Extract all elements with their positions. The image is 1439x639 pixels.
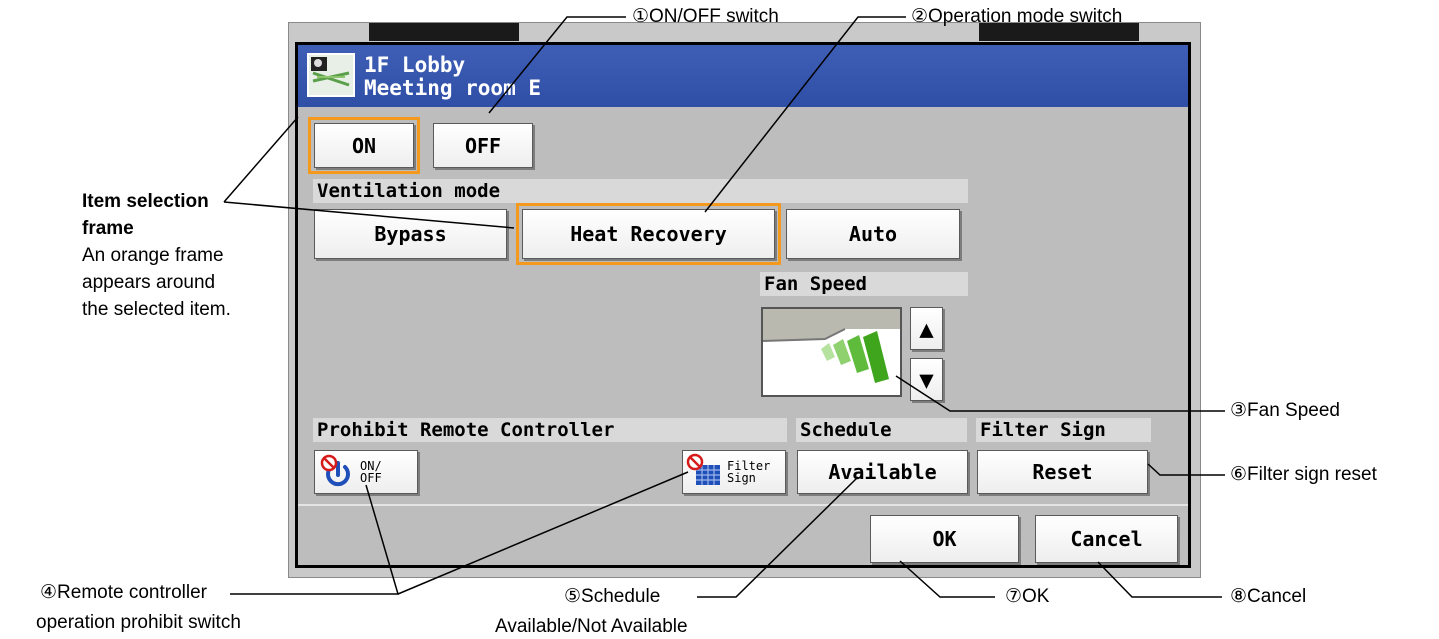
prohibit-power-icon xyxy=(320,454,350,487)
annotation-prohibit-line2: operation prohibit switch xyxy=(36,612,241,633)
annotation-prohibit-line1: ④Remote controller xyxy=(40,582,207,603)
ventilation-mode-header: Ventilation mode xyxy=(313,179,968,203)
prohibit-onoff-button[interactable]: ON/OFF xyxy=(314,450,418,494)
title-bar: 1F Lobby Meeting room E xyxy=(298,45,1188,107)
bezel-strip xyxy=(369,23,519,41)
arrow-up-icon: ▲ xyxy=(919,314,934,343)
annotation-ok: ⑦OK xyxy=(1005,586,1050,607)
fan-speed-up-button[interactable]: ▲ xyxy=(910,307,943,350)
selection-frame-desc-3: the selected item. xyxy=(82,299,231,320)
annotation-filter-reset: ⑥Filter sign reset xyxy=(1230,464,1377,485)
divider xyxy=(298,504,1188,506)
annotation-fan-speed: ③Fan Speed xyxy=(1230,400,1340,421)
annotation-schedule-line1: ⑤Schedule xyxy=(564,586,661,607)
heat-recovery-button[interactable]: Heat Recovery xyxy=(516,203,781,265)
bypass-button[interactable]: Bypass xyxy=(314,209,507,259)
selection-frame-desc-2: appears around xyxy=(82,272,216,293)
selection-frame-note: Item selection frame An orange frame app… xyxy=(82,188,297,323)
fan-speed-down-button[interactable]: ▼ xyxy=(910,358,943,401)
prohibit-filter-sign-button[interactable]: Filter Sign xyxy=(682,450,786,494)
prohibit-onoff-label-line2: OFF xyxy=(360,471,382,485)
selection-frame-desc-1: An orange frame xyxy=(82,245,224,266)
filter-reset-button[interactable]: Reset xyxy=(977,450,1148,494)
cancel-button[interactable]: Cancel xyxy=(1035,515,1178,563)
prohibit-filter-label: Filter Sign xyxy=(727,460,770,484)
annotation-operation-mode: ②Operation mode switch xyxy=(911,6,1123,27)
annotation-schedule-line2: Available/Not Available xyxy=(495,616,688,637)
group-name-line1: 1F Lobby xyxy=(364,53,466,77)
arrow-down-icon: ▼ xyxy=(919,365,934,394)
annotation-on-off: ①ON/OFF switch xyxy=(632,6,779,27)
schedule-available-button[interactable]: Available xyxy=(797,450,968,494)
ok-button[interactable]: OK xyxy=(870,515,1019,563)
auto-button[interactable]: Auto xyxy=(786,209,960,259)
on-button[interactable]: ON xyxy=(308,117,420,174)
group-name-line2: Meeting room E xyxy=(364,76,542,100)
selection-frame-title-2: frame xyxy=(82,218,134,239)
annotation-cancel: ⑧Cancel xyxy=(1230,586,1307,607)
prohibit-filter-label-line2: Sign xyxy=(727,471,756,485)
fan-speed-header: Fan Speed xyxy=(760,272,968,296)
fan-speed-indicator xyxy=(761,307,902,397)
prohibit-filter-icon xyxy=(686,453,720,485)
off-button[interactable]: OFF xyxy=(433,123,533,168)
prohibit-remote-header: Prohibit Remote Controller xyxy=(313,418,787,442)
selection-frame-title-1: Item selection xyxy=(82,191,209,212)
prohibit-onoff-label: ON/OFF xyxy=(360,460,382,484)
controller-screen: 1F Lobby Meeting room E ON OFF Ventilati… xyxy=(295,42,1191,568)
filter-sign-header: Filter Sign xyxy=(976,418,1151,442)
schedule-header: Schedule xyxy=(796,418,967,442)
ventilation-unit-icon xyxy=(307,53,355,97)
